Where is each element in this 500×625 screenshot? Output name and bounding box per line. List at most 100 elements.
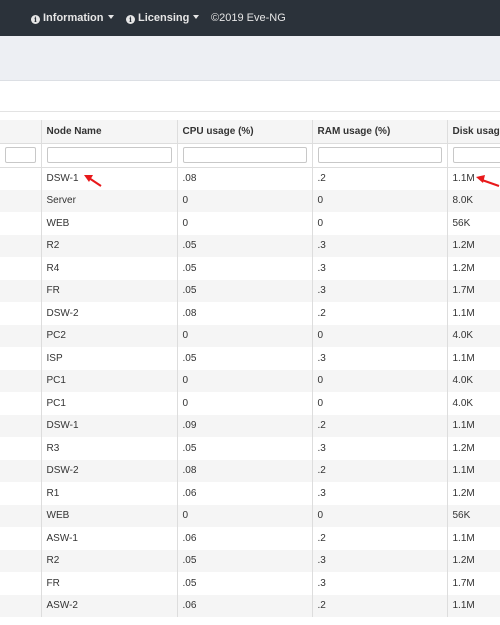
filter-input-disk-usage[interactable] [452,147,500,163]
row-blank-cell [0,594,42,617]
disk-usage-cell: 1.1M [447,527,500,550]
disk-usage-cell: 1.1M [447,459,500,482]
node-name-cell: DSW-1 [41,167,178,190]
node-name-cell: R4 [41,257,178,280]
column-header-cpu-usage[interactable]: CPU usage (%) [177,120,313,144]
information-menu[interactable]: i Information [31,0,114,36]
column-header-node-name[interactable]: Node Name [41,120,178,144]
ram-usage-cell: .2 [312,167,448,190]
table-row[interactable]: R2.05.3 1.2M [0,234,500,257]
row-blank-cell [0,459,42,482]
row-blank-cell [0,234,42,257]
cpu-usage-cell: .05 [177,257,313,280]
cpu-usage-cell: .08 [177,459,313,482]
node-name-cell: DSW-1 [41,414,178,437]
row-blank-cell [0,189,42,212]
table-row[interactable]: WEB 0 0 56K [0,504,500,527]
row-blank-cell [0,347,42,370]
node-name-cell: R2 [41,549,178,572]
top-navbar: i Information i Licensing ©2019 Eve-NG [0,0,500,36]
ram-usage-cell: .3 [312,234,448,257]
table-row[interactable]: ISP .05.3 1.1M [0,347,500,370]
table-row[interactable]: DSW-1.09.2 1.1M [0,414,500,437]
cpu-usage-cell: .06 [177,482,313,505]
row-blank-cell [0,257,42,280]
copyright-text: ©2019 Eve-NG [211,12,286,24]
disk-usage-cell: 4.0K [447,369,500,392]
table-row[interactable]: PC2 0 0 4.0K [0,324,500,347]
cpu-usage-cell: .08 [177,167,313,190]
ram-usage-cell: .3 [312,257,448,280]
disk-usage-cell: 1.2M [447,437,500,460]
row-blank-cell [0,369,42,392]
filter-input-node-name[interactable] [46,147,172,163]
node-name-cell: WEB [41,504,178,527]
table-row[interactable]: DSW-2.08.2 1.1M [0,459,500,482]
ram-usage-cell: 0 [312,324,448,347]
table-row[interactable]: ASW-1.06.2 1.1M [0,527,500,550]
disk-usage-cell: 1.2M [447,482,500,505]
cpu-usage-cell: 0 [177,369,313,392]
ram-usage-cell: 0 [312,369,448,392]
column-header-ram-usage[interactable]: RAM usage (%) [312,120,448,144]
info-icon: i [126,15,135,24]
filter-input-cpu-usage[interactable] [182,147,307,163]
row-blank-cell [0,324,42,347]
cpu-usage-cell: 0 [177,189,313,212]
row-blank-cell [0,302,42,325]
table-row[interactable]: DSW-2.08.2 1.1M [0,302,500,325]
node-name-cell: DSW-2 [41,459,178,482]
column-header-disk-usage[interactable]: Disk usage [447,120,500,144]
column-header-blank [0,120,42,144]
table-row[interactable]: R1.06.3 1.2M [0,482,500,505]
disk-usage-cell: 56K [447,504,500,527]
content-header [0,82,500,112]
table-row[interactable]: R4.05.3 1.2M [0,257,500,280]
table-row[interactable]: R2.05.3 1.2M [0,549,500,572]
ram-usage-cell: 0 [312,189,448,212]
cpu-usage-cell: .05 [177,347,313,370]
node-name-cell: ASW-1 [41,527,178,550]
table-row[interactable]: PC1 0 0 4.0K [0,392,500,415]
cpu-usage-cell: .06 [177,594,313,617]
row-blank-cell [0,437,42,460]
row-blank-cell [0,549,42,572]
ram-usage-cell: 0 [312,392,448,415]
node-name-cell: PC2 [41,324,178,347]
licensing-menu[interactable]: i Licensing [126,0,200,36]
disk-usage-cell: 1.1M [447,347,500,370]
filter-input-ram-usage[interactable] [317,147,442,163]
row-blank-cell [0,572,42,595]
table-row[interactable]: Server 0 0 8.0K [0,189,500,212]
table-row[interactable]: PC1 0 0 4.0K [0,369,500,392]
ram-usage-cell: .2 [312,459,448,482]
ram-usage-cell: .2 [312,594,448,617]
table-row[interactable]: DSW-1.08.2 1.1M [0,167,500,190]
ram-usage-cell: 0 [312,212,448,235]
ram-usage-cell: 0 [312,504,448,527]
disk-usage-cell: 1.2M [447,257,500,280]
cpu-usage-cell: .05 [177,234,313,257]
row-blank-cell [0,212,42,235]
caret-down-icon [193,15,200,19]
ram-usage-cell: .3 [312,482,448,505]
node-name-cell: Server [41,189,178,212]
row-blank-cell [0,279,42,302]
disk-usage-cell: 4.0K [447,392,500,415]
table-row[interactable]: R3.05.3 1.2M [0,437,500,460]
disk-usage-cell: 1.1M [447,594,500,617]
ram-usage-cell: .2 [312,302,448,325]
table-row[interactable]: WEB 0 0 56K [0,212,500,235]
disk-usage-cell: 1.1M [447,302,500,325]
row-blank-cell [0,504,42,527]
table-row[interactable]: ASW-2.06.2 1.1M [0,594,500,617]
node-name-cell: PC1 [41,392,178,415]
table-row[interactable]: FR .05.3 1.7M [0,279,500,302]
cpu-usage-cell: 0 [177,324,313,347]
node-name-cell: PC1 [41,369,178,392]
filter-input-blank[interactable] [5,147,36,163]
cpu-usage-cell: .06 [177,527,313,550]
table-row[interactable]: FR .05.3 1.7M [0,572,500,595]
cpu-usage-cell: .05 [177,279,313,302]
row-blank-cell [0,414,42,437]
